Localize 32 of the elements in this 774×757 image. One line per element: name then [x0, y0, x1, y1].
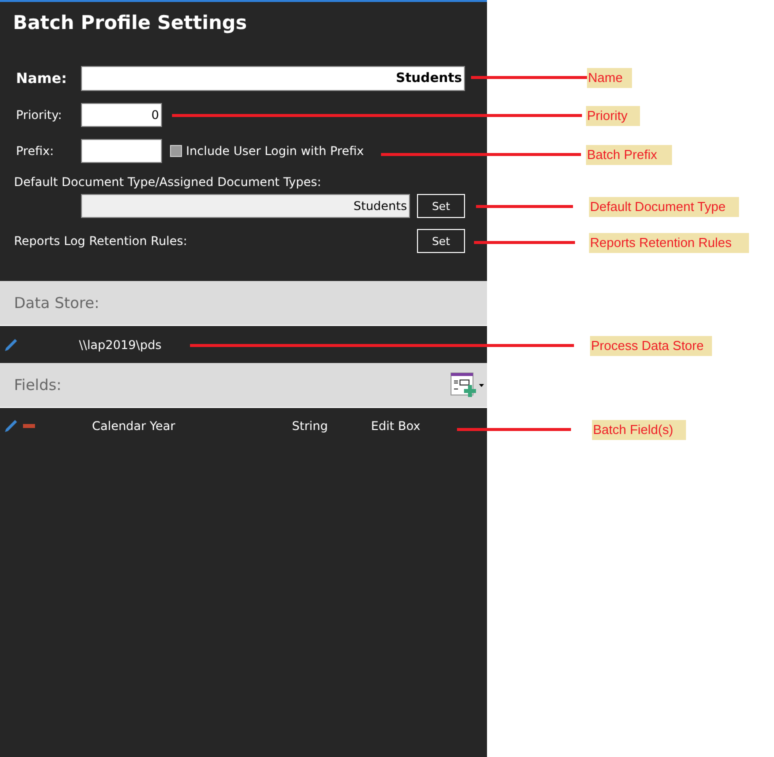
- section-title: Fields:: [14, 376, 62, 394]
- prefix-label: Prefix:: [16, 144, 55, 158]
- name-field[interactable]: Students: [81, 66, 465, 91]
- set-button[interactable]: Set: [417, 194, 465, 218]
- priority-label: Priority:: [16, 108, 63, 122]
- annotation-label: Reports Retention Rules: [589, 233, 749, 253]
- add-form-icon: [450, 372, 476, 398]
- annotation-label: Batch Field(s): [592, 420, 686, 440]
- panel-title: Batch Profile Settings: [12, 11, 248, 36]
- priority-field[interactable]: 0: [81, 103, 162, 127]
- checkbox-label: Include User Login with Prefix: [186, 144, 364, 158]
- annotation-label: Process Data Store: [590, 336, 712, 356]
- annotation-label: Priority: [586, 106, 640, 126]
- document-types-label: Default Document Type/Assigned Document Types:: [13, 175, 322, 189]
- prefix-field[interactable]: [81, 139, 162, 163]
- pencil-icon[interactable]: [3, 418, 19, 434]
- pencil-icon[interactable]: [3, 336, 19, 352]
- name-label: Name:: [16, 70, 68, 86]
- field-name: Calendar Year: [92, 419, 176, 433]
- checkbox[interactable]: [170, 145, 182, 157]
- annotation-label: Name: [587, 68, 632, 88]
- add-field-button[interactable]: [450, 372, 484, 398]
- annotation-label: Batch Prefix: [586, 145, 672, 165]
- caret-icon: [479, 384, 484, 386]
- field-control: Edit Box: [371, 419, 420, 433]
- document-type-field: Students: [81, 194, 410, 218]
- annotation-label: Default Document Type: [589, 197, 739, 217]
- set-button[interactable]: Set: [417, 229, 465, 253]
- field-type: String: [292, 419, 329, 433]
- retention-label: Reports Log Retention Rules:: [14, 234, 188, 248]
- data-store-path: \\lap2019\pds: [79, 338, 162, 352]
- section-title: Data Store:: [14, 294, 100, 312]
